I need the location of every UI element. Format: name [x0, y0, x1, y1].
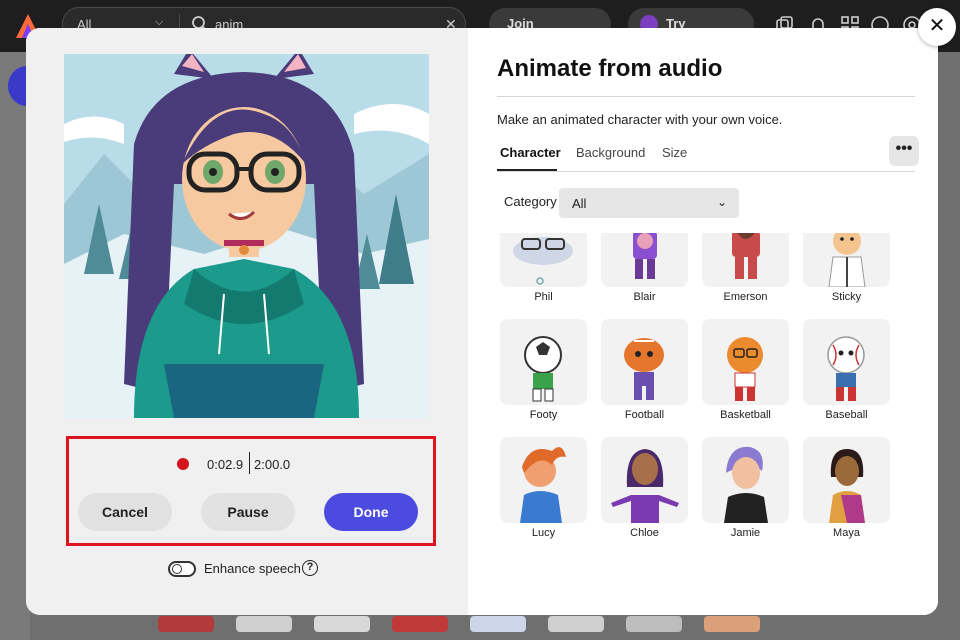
divider: [497, 171, 915, 172]
character-thumbnail: [500, 233, 587, 287]
more-options-button[interactable]: •••: [889, 136, 919, 166]
character-name: Phil: [534, 291, 553, 303]
category-select[interactable]: All ⌄: [559, 188, 739, 218]
thumbnail[interactable]: [470, 616, 526, 632]
thumbnail[interactable]: [158, 616, 214, 632]
tab-background[interactable]: Background: [576, 145, 645, 160]
recording-indicator-icon: [177, 458, 189, 470]
character-name: Footy: [529, 409, 558, 421]
character-name: Blair: [633, 291, 656, 303]
dialog-title: Animate from audio: [497, 55, 723, 82]
character-name: Football: [624, 409, 665, 421]
chevron-down-icon: ⌄: [716, 195, 727, 209]
enhance-speech-label: Enhance speech: [204, 561, 301, 576]
pause-button[interactable]: Pause: [201, 493, 295, 531]
help-icon[interactable]: ?: [302, 560, 318, 576]
character-thumbnail: [702, 437, 789, 523]
dialog-subtitle: Make an animated character with your own…: [497, 112, 783, 127]
character-thumbnail: [803, 437, 890, 523]
character-thumbnail: [601, 319, 688, 405]
thumbnail[interactable]: [548, 616, 604, 632]
done-button[interactable]: Done: [324, 493, 418, 531]
character-name: Jamie: [730, 527, 761, 539]
cancel-button[interactable]: Cancel: [78, 493, 172, 531]
enhance-speech-toggle[interactable]: [168, 561, 196, 577]
character-name: Basketball: [720, 409, 771, 421]
tab-character[interactable]: Character: [500, 145, 561, 160]
animate-from-audio-dialog: 0:02.9 2:00.0 Cancel Pause Done Enhance …: [26, 28, 938, 615]
character-thumbnail: [702, 319, 789, 405]
close-dialog-button[interactable]: ✕: [918, 8, 956, 46]
max-duration: 2:00.0: [254, 457, 291, 472]
character-name: Emerson: [723, 291, 768, 303]
character-thumbnail: [803, 233, 890, 287]
preview-pane: 0:02.9 2:00.0 Cancel Pause Done Enhance …: [26, 28, 468, 615]
character-name: Maya: [833, 527, 860, 539]
time-divider: [249, 452, 250, 474]
character-thumbnail: [500, 437, 587, 523]
character-thumbnail: [601, 233, 688, 287]
character-name: Baseball: [825, 409, 868, 421]
thumbnail[interactable]: [392, 616, 448, 632]
thumbnail[interactable]: [626, 616, 682, 632]
toggle-knob: [172, 564, 182, 574]
character-thumbnail: [601, 437, 688, 523]
recording-controls: 0:02.9 2:00.0 Cancel Pause Done: [66, 436, 436, 546]
thumbnail[interactable]: [236, 616, 292, 632]
character-name: Sticky: [831, 291, 862, 303]
character-thumbnail: [500, 319, 587, 405]
character-thumbnail: [803, 319, 890, 405]
character-name: Lucy: [531, 527, 556, 539]
divider: [497, 96, 915, 97]
thumbnail[interactable]: [704, 616, 760, 632]
category-value: All: [572, 196, 587, 211]
thumbnail[interactable]: [314, 616, 370, 632]
tab-size[interactable]: Size: [662, 145, 687, 160]
category-label: Category: [504, 194, 557, 209]
character-preview-image: [64, 54, 429, 418]
character-name: Chloe: [630, 527, 659, 539]
options-pane: Animate from audio Make an animated char…: [468, 28, 938, 615]
elapsed-time: 0:02.9: [207, 457, 244, 472]
character-grid: Phil Blair Emerson Sticky Footy Football…: [500, 233, 900, 563]
character-thumbnail: [702, 233, 789, 287]
